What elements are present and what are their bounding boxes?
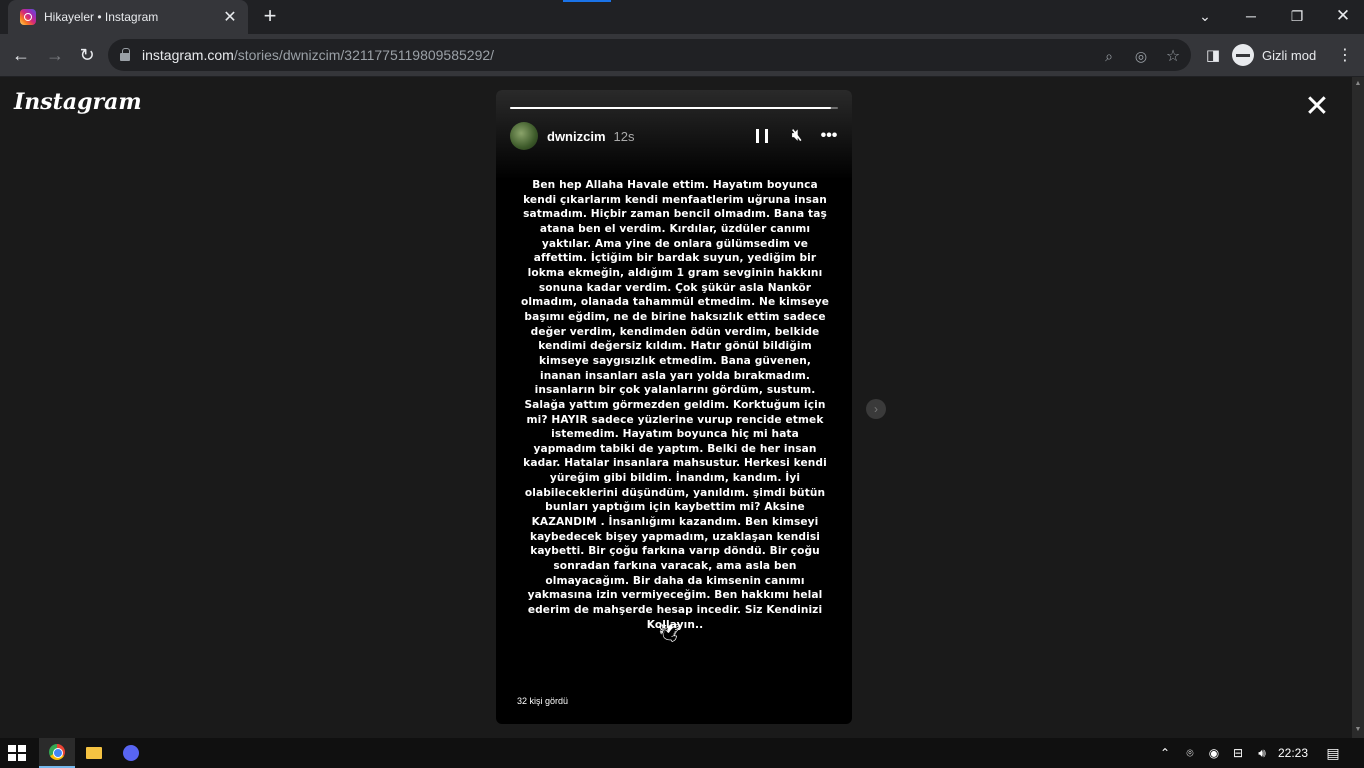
mute-icon[interactable]: 🔇︎ — [788, 127, 806, 145]
scrollbar[interactable]: ▲ ▼ — [1352, 77, 1364, 738]
tab-close-icon[interactable]: ✕ — [218, 7, 242, 27]
windows-taskbar: ⌃ ⌾ ◉ ⊟ 🔊︎ 22:23 ▤ — [0, 738, 1364, 768]
incognito-icon — [1232, 44, 1254, 66]
pause-icon[interactable] — [756, 129, 774, 143]
chrome-icon — [49, 744, 65, 760]
tab-instagram-stories[interactable]: Hikayeler • Instagram ✕ — [8, 0, 248, 34]
incognito-label: Gizli mod — [1262, 47, 1317, 63]
story-progress-fill — [510, 107, 832, 109]
url-domain: instagram.com — [142, 47, 234, 63]
bookmark-star-icon[interactable]: ☆ — [1162, 45, 1184, 67]
scroll-up-icon[interactable]: ▲ — [1352, 80, 1364, 87]
url-text[interactable]: instagram.com/stories/dwnizcim/321177511… — [142, 47, 494, 63]
tab-title: Hikayeler • Instagram — [44, 10, 159, 24]
tray-camera-icon[interactable]: ⌾ — [1180, 738, 1200, 768]
story-progress-bar — [510, 107, 838, 109]
tab-strip: Hikayeler • Instagram ✕ + ⌄ ─ ❐ ✕ — [0, 0, 1364, 34]
story-text: Ben hep Allaha Havale ettim. Hayatım boy… — [520, 179, 830, 631]
story-viewer[interactable]: dwnizcim 12s 🔇︎ ••• Ben hep Allaha Haval… — [496, 90, 852, 724]
instagram-stories-page: Instagram ✕ dwnizcim 12s 🔇︎ ••• Ben hep … — [0, 77, 1352, 738]
taskbar-discord[interactable] — [113, 738, 149, 768]
tab-search-chevron-icon[interactable]: ⌄ — [1182, 0, 1228, 32]
eye-off-icon[interactable]: ◎ — [1130, 45, 1152, 67]
notifications-icon[interactable]: ▤ — [1318, 738, 1348, 768]
folder-icon — [86, 747, 102, 759]
forward-arrow-icon[interactable]: → — [40, 40, 70, 70]
instagram-logo[interactable]: Instagram — [14, 89, 142, 115]
discord-icon — [123, 745, 139, 761]
side-panel-icon[interactable]: ◨ — [1198, 40, 1228, 70]
close-stories-button[interactable]: ✕ — [1303, 92, 1331, 122]
story-controls: 🔇︎ ••• — [742, 127, 838, 145]
network-icon[interactable]: ⊟ — [1228, 738, 1248, 768]
zoom-icon[interactable]: ⌕ — [1098, 45, 1120, 67]
indicator-line — [563, 0, 611, 2]
scroll-down-icon[interactable]: ▼ — [1352, 726, 1364, 733]
story-viewers-count[interactable]: 32 kişi gördü — [517, 696, 568, 706]
windows-start-icon[interactable] — [8, 745, 26, 761]
dove-icon: 🕊︎ — [658, 623, 681, 643]
url-path: /stories/dwnizcim/3211775119809585292/ — [233, 47, 495, 63]
restore-button[interactable]: ❐ — [1274, 0, 1320, 32]
browser-toolbar: ← → ↻ instagram.com/stories/dwnizcim/321… — [0, 34, 1364, 77]
incognito-indicator[interactable]: Gizli mod — [1232, 41, 1316, 69]
volume-icon[interactable]: 🔊︎ — [1252, 738, 1272, 768]
story-header: dwnizcim 12s 🔇︎ ••• — [510, 121, 838, 151]
tray-chevron-up-icon[interactable]: ⌃ — [1156, 738, 1174, 768]
new-tab-button[interactable]: + — [258, 5, 282, 29]
more-menu-icon[interactable]: ⋮ — [1330, 40, 1360, 70]
story-username[interactable]: dwnizcim — [547, 129, 606, 144]
more-options-icon[interactable]: ••• — [820, 127, 838, 145]
taskbar-chrome[interactable] — [39, 738, 75, 768]
story-time: 12s — [613, 128, 635, 144]
address-bar[interactable]: instagram.com/stories/dwnizcim/321177511… — [108, 39, 1191, 71]
minimize-button[interactable]: ─ — [1228, 0, 1274, 32]
taskbar-file-explorer[interactable] — [76, 738, 112, 768]
close-window-button[interactable]: ✕ — [1320, 0, 1364, 32]
tray-discord-icon[interactable]: ◉ — [1204, 738, 1224, 768]
reload-icon[interactable]: ↻ — [72, 40, 102, 70]
back-arrow-icon[interactable]: ← — [6, 40, 36, 70]
clock[interactable]: 22:23 — [1274, 738, 1312, 768]
lock-icon[interactable] — [120, 48, 130, 61]
next-story-chevron-icon[interactable]: › — [866, 399, 886, 419]
avatar[interactable] — [510, 122, 538, 150]
instagram-favicon-icon — [20, 9, 36, 25]
